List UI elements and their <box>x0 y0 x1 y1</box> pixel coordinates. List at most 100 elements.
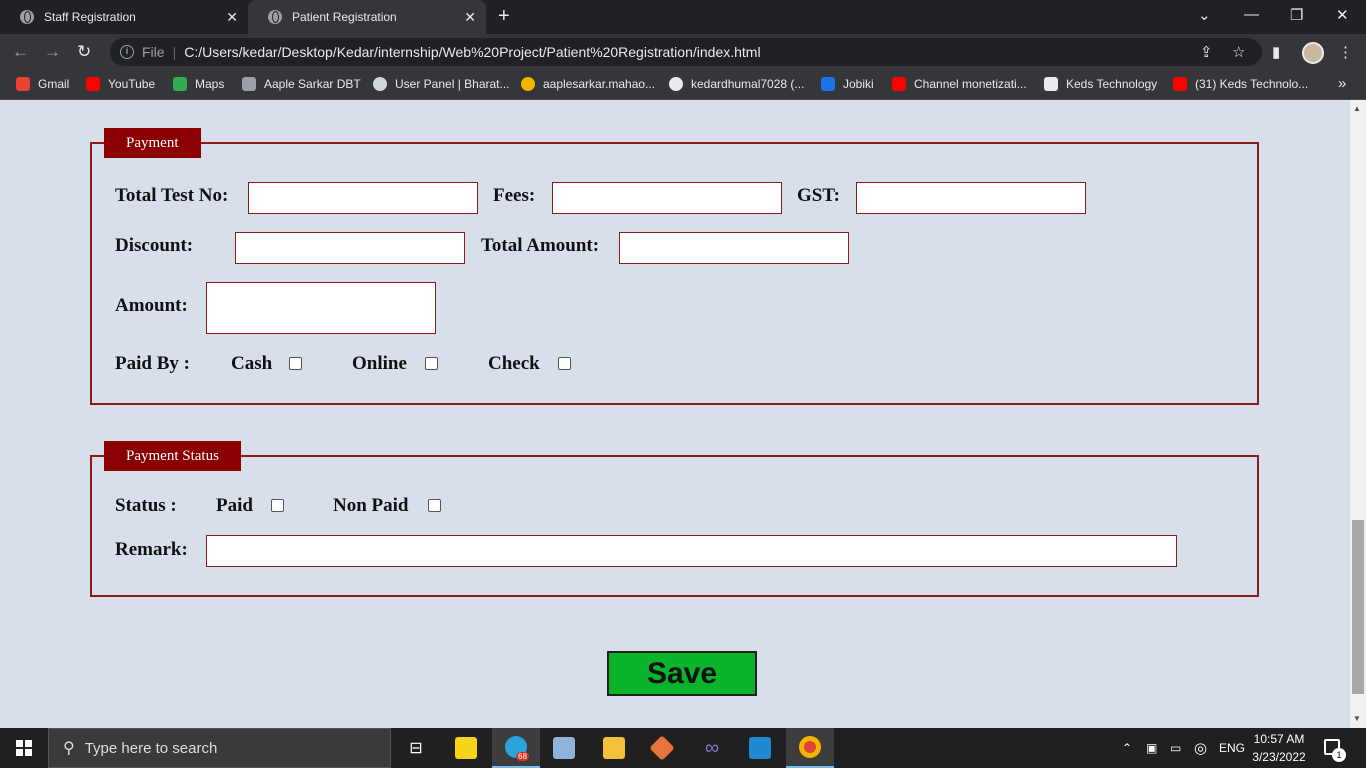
taskbar-search-box[interactable]: ⚲ Type here to search <box>48 728 391 768</box>
bookmarks-bar: Gmail YouTube Maps Aaple Sarkar DBT User… <box>0 70 1366 100</box>
non-paid-label: Non Paid <box>333 495 409 516</box>
paid-label: Paid <box>216 495 253 516</box>
task-view-icon[interactable]: ⊟ <box>392 728 440 768</box>
fees-label: Fees: <box>493 185 536 206</box>
forward-icon[interactable]: → <box>44 42 61 62</box>
notification-count: 1 <box>1332 748 1346 762</box>
meet-now-icon[interactable]: ▣ <box>1146 728 1157 768</box>
bookmark-youtube[interactable]: YouTube <box>86 77 155 91</box>
amount-label: Amount: <box>115 295 188 316</box>
notepad-icon[interactable] <box>540 728 588 768</box>
bookmark-jobiki[interactable]: Jobiki <box>821 77 874 91</box>
total-test-input[interactable] <box>248 182 478 214</box>
close-window-icon[interactable]: ✕ <box>1336 6 1349 24</box>
bookmark-maps[interactable]: Maps <box>173 77 224 91</box>
payment-fieldset: Payment Total Test No: Fees: GST: Discou… <box>90 128 1259 405</box>
network-icon[interactable]: ◎ <box>1194 728 1207 768</box>
telegram-badge: 68 <box>516 752 529 761</box>
browser-toolbar: ← → ↻ i File | C:/Users/kedar/Desktop/Ke… <box>0 34 1366 70</box>
infinity-app-icon[interactable]: ∞ <box>688 728 736 768</box>
gst-label: GST: <box>797 185 840 206</box>
show-hidden-icons[interactable]: ⌃ <box>1122 728 1132 768</box>
taskbar-clock[interactable]: 10:57 AM 3/23/2022 <box>1248 730 1310 766</box>
bookmark-label: User Panel | Bharat... <box>395 77 510 91</box>
github-icon <box>669 77 683 91</box>
battery-icon[interactable]: ▭ <box>1170 728 1181 768</box>
windows-start-icon[interactable] <box>16 740 32 756</box>
tab-patient-registration[interactable]: Patient Registration ✕ <box>248 0 486 34</box>
non-paid-checkbox[interactable] <box>428 499 441 512</box>
share-icon[interactable]: ⇪ <box>1200 43 1213 61</box>
sticky-notes-icon[interactable] <box>442 728 490 768</box>
tab-strip: Staff Registration ✕ Patient Registratio… <box>0 0 1366 34</box>
fees-input[interactable] <box>552 182 782 214</box>
info-icon[interactable]: i <box>120 45 134 59</box>
address-bar[interactable]: i File | C:/Users/kedar/Desktop/Kedar/in… <box>110 38 1262 66</box>
bookmark-keds-technology[interactable]: Keds Technology <box>1044 77 1157 91</box>
restore-icon[interactable]: ❐ <box>1290 6 1303 24</box>
minimize-icon[interactable]: — <box>1244 6 1259 23</box>
keds-icon <box>1044 77 1058 91</box>
online-checkbox[interactable] <box>425 357 438 370</box>
total-test-label: Total Test No: <box>115 185 229 206</box>
bookmark-star-icon[interactable]: ☆ <box>1232 43 1245 61</box>
bookmark-aaplesarkar[interactable]: aaplesarkar.mahao... <box>521 77 655 91</box>
bookmark-keds-youtube[interactable]: (31) Keds Technolo... <box>1173 77 1308 91</box>
search-icon: ⚲ <box>63 740 75 757</box>
bookmark-channel-monetization[interactable]: Channel monetizati... <box>892 77 1027 91</box>
scrollbar-thumb[interactable] <box>1352 520 1364 694</box>
profile-avatar[interactable] <box>1302 42 1324 64</box>
url-text[interactable]: C:/Users/kedar/Desktop/Kedar/internship/… <box>184 44 760 60</box>
language-indicator[interactable]: ENG <box>1219 728 1245 768</box>
git-icon[interactable] <box>638 728 686 768</box>
bookmark-user-panel[interactable]: User Panel | Bharat... <box>373 77 510 91</box>
vscode-icon[interactable] <box>736 728 784 768</box>
youtube-icon <box>892 77 906 91</box>
save-button[interactable]: Save <box>607 651 757 696</box>
gmail-icon <box>16 77 30 91</box>
bookmark-aaple-sarkar[interactable]: Aaple Sarkar DBT <box>242 77 361 91</box>
search-placeholder: Type here to search <box>84 739 218 757</box>
reload-icon[interactable]: ↻ <box>77 42 91 62</box>
paid-by-label: Paid By : <box>115 353 190 374</box>
close-icon[interactable]: ✕ <box>464 9 476 26</box>
back-icon[interactable]: ← <box>12 42 29 62</box>
chrome-icon[interactable] <box>786 728 834 768</box>
scroll-up-icon[interactable]: ▲ <box>1353 104 1361 113</box>
check-checkbox[interactable] <box>558 357 571 370</box>
bookmark-label: Maps <box>195 77 225 91</box>
close-icon[interactable]: ✕ <box>226 9 238 26</box>
bookmarks-overflow-button[interactable]: » <box>1338 75 1346 92</box>
bookmark-label: Aaple Sarkar DBT <box>264 77 361 91</box>
bookmark-label: (31) Keds Technolo... <box>1195 77 1309 91</box>
maps-icon <box>173 77 187 91</box>
side-panel-icon[interactable]: ▮ <box>1272 43 1280 61</box>
jobiki-icon <box>821 77 835 91</box>
cash-checkbox[interactable] <box>289 357 302 370</box>
bookmark-label: Jobiki <box>843 77 874 91</box>
bookmark-github[interactable]: kedardhumal7028 (... <box>669 77 804 91</box>
bookmark-gmail[interactable]: Gmail <box>16 77 69 91</box>
paid-checkbox[interactable] <box>271 499 284 512</box>
bookmark-label: Gmail <box>38 77 70 91</box>
tab-title: Staff Registration <box>44 10 136 24</box>
remark-input[interactable] <box>206 535 1177 567</box>
tab-search-icon[interactable]: ⌄ <box>1198 6 1211 24</box>
discount-input[interactable] <box>235 232 465 264</box>
bookmark-label: aaplesarkar.mahao... <box>543 77 656 91</box>
telegram-icon[interactable]: 68 <box>492 728 540 768</box>
tab-title: Patient Registration <box>292 10 397 24</box>
globe-icon <box>20 10 34 24</box>
amount-input[interactable] <box>206 282 436 334</box>
scroll-down-icon[interactable]: ▼ <box>1353 714 1361 723</box>
scheme-label: File <box>142 44 165 60</box>
tab-staff-registration[interactable]: Staff Registration ✕ <box>0 0 248 34</box>
file-explorer-icon[interactable] <box>590 728 638 768</box>
new-tab-button[interactable]: + <box>498 5 510 28</box>
menu-icon[interactable]: ⋮ <box>1338 43 1353 61</box>
total-amount-input[interactable] <box>619 232 849 264</box>
bookmark-label: YouTube <box>108 77 156 91</box>
gst-input[interactable] <box>856 182 1086 214</box>
windows-taskbar: ⚲ Type here to search ⊟ 68 ∞ ⌃ ▣ ▭ ◎ ENG… <box>0 728 1366 768</box>
document-icon <box>242 77 256 91</box>
